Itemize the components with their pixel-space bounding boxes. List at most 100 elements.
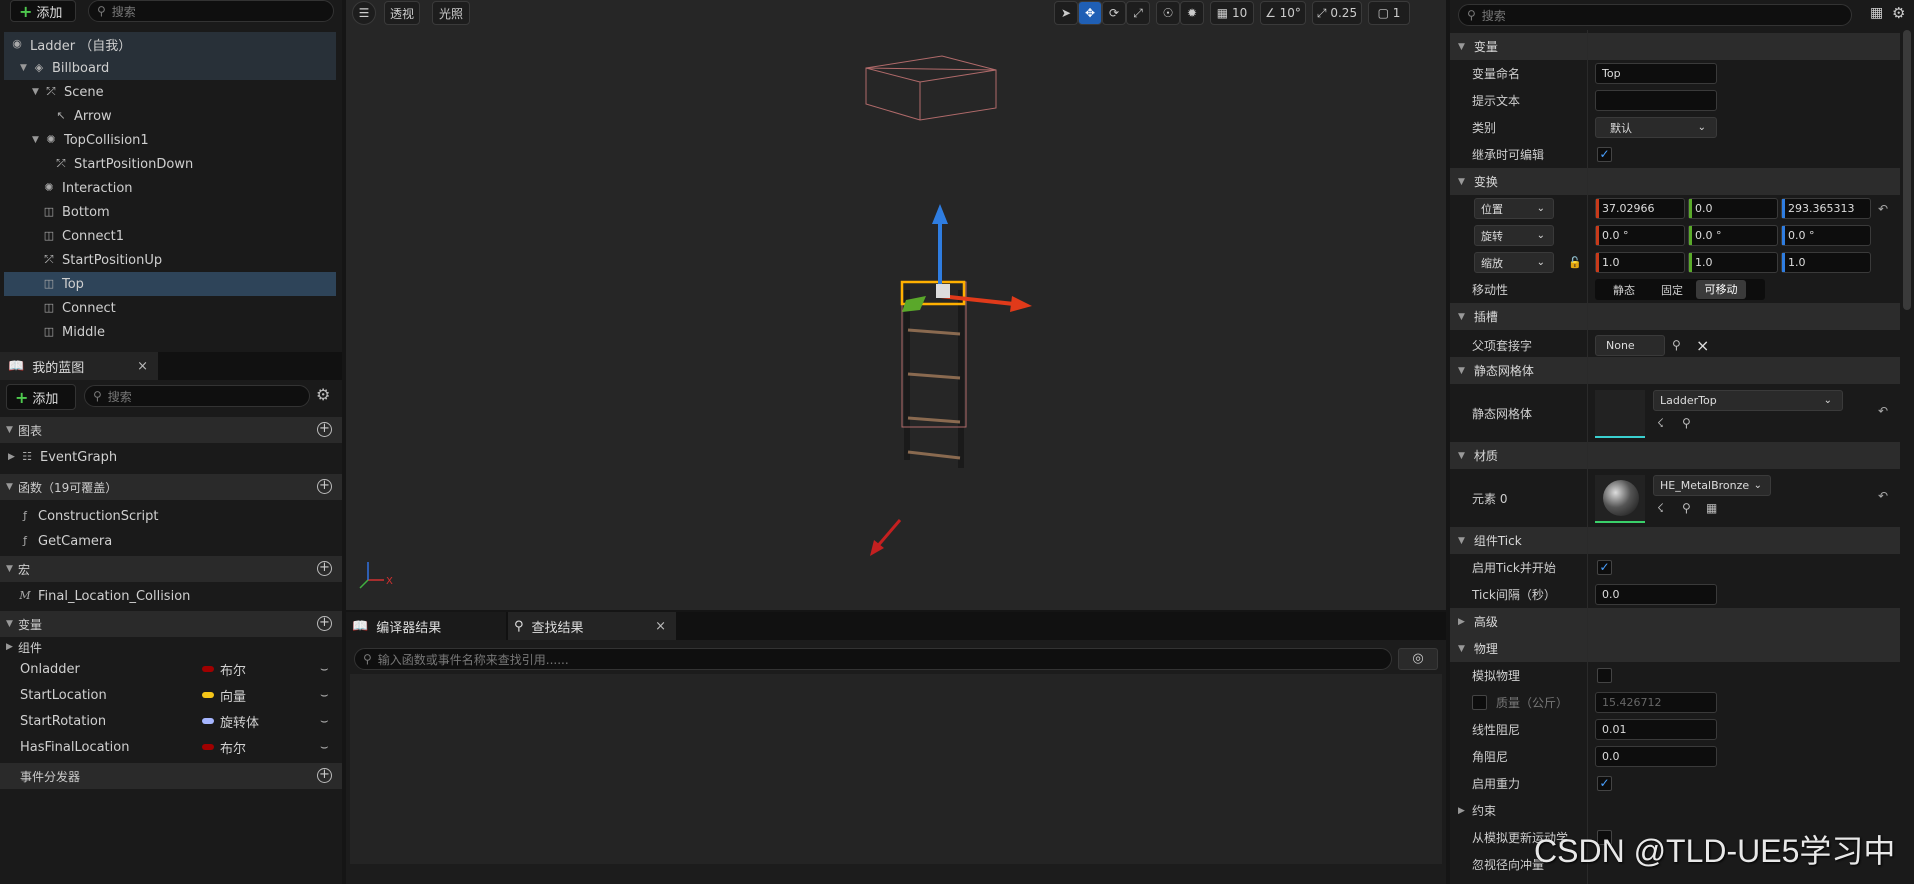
tick-interval-field[interactable]: 0.0 <box>1595 584 1717 605</box>
gravity-checkbox[interactable]: ✓ <box>1597 776 1612 791</box>
variable-name-field[interactable]: Top <box>1595 63 1717 84</box>
tree-item-middle[interactable]: ◫ Middle <box>4 320 336 344</box>
details-search-input[interactable]: ⚲ 搜索 <box>1458 4 1852 26</box>
section-variable[interactable]: ▼ 变量 <box>1450 33 1900 60</box>
add-dispatcher-icon[interactable]: + <box>317 768 332 783</box>
tree-item-connect[interactable]: ◫ Connect <box>4 296 336 320</box>
scale-z-field[interactable]: 1.0 <box>1781 252 1871 273</box>
rotation-x-field[interactable]: 0.0 ° <box>1595 225 1685 246</box>
gear-icon[interactable]: ⚙ <box>1892 4 1905 22</box>
function-item-getcamera[interactable]: ƒ GetCamera <box>18 529 112 553</box>
location-y-field[interactable]: 0.0 <box>1688 198 1778 219</box>
tree-item-billboard[interactable]: ▼ ◈ Billboard <box>4 56 336 80</box>
tree-item-topcollision1[interactable]: ▼ ✺ TopCollision1 <box>4 128 336 152</box>
section-variables[interactable]: ▼ 变量 + <box>0 611 342 637</box>
macro-item[interactable]: M Final_Location_Collision <box>18 584 190 608</box>
tick-start-checkbox[interactable]: ✓ <box>1597 560 1612 575</box>
linear-damping-field[interactable]: 0.01 <box>1595 719 1717 740</box>
section-static-mesh[interactable]: ▼ 静态网格体 <box>1450 357 1900 384</box>
table-view-icon[interactable]: ▦ <box>1870 5 1883 21</box>
material-thumbnail[interactable] <box>1595 475 1645 523</box>
rotation-z-field[interactable]: 0.0 ° <box>1781 225 1871 246</box>
use-selected-icon[interactable]: ☇ <box>1657 501 1664 515</box>
mass-override-checkbox[interactable] <box>1472 695 1487 710</box>
add-macro-icon[interactable]: + <box>317 561 332 576</box>
tab-compiler-results[interactable]: 📖 编译器结果 <box>346 612 506 640</box>
variable-row[interactable]: StartLocation 向量 ⌣ <box>0 682 342 708</box>
tree-item-ladder-self[interactable]: ◉ Ladder （自我） <box>4 32 336 56</box>
row-constraints[interactable]: ▶ 约束 <box>1450 797 1900 824</box>
browse-asset-icon[interactable]: ⚲ <box>1682 501 1691 515</box>
section-event-dispatchers[interactable]: 事件分发器 + <box>0 763 342 789</box>
transform-gizmo[interactable] <box>932 204 1032 312</box>
angular-damping-field[interactable]: 0.0 <box>1595 746 1717 767</box>
section-advanced[interactable]: ▶ 高级 <box>1450 608 1900 635</box>
variable-group-components[interactable]: ▶ 组件 <box>6 636 42 658</box>
close-icon[interactable]: × <box>137 359 148 374</box>
bp-add-button[interactable]: + 添加 <box>6 384 76 410</box>
lock-icon[interactable]: 🔓 <box>1568 256 1582 269</box>
variable-row[interactable]: StartRotation 旋转体 ⌣ <box>0 708 342 734</box>
eye-icon[interactable]: ⌣ <box>320 688 329 703</box>
scale-x-field[interactable]: 1.0 <box>1595 252 1685 273</box>
eye-icon[interactable]: ⌣ <box>320 740 329 755</box>
tab-my-blueprint[interactable]: 📖 我的蓝图 × <box>0 352 158 380</box>
graph-item-eventgraph[interactable]: ▶ ☷ EventGraph <box>8 445 117 469</box>
add-graph-icon[interactable]: + <box>317 422 332 437</box>
scale-y-field[interactable]: 1.0 <box>1688 252 1778 273</box>
static-mesh-dropdown[interactable]: LadderTop ⌄ <box>1653 390 1843 411</box>
eye-icon[interactable]: ⌣ <box>320 714 329 729</box>
expand-arrow-icon[interactable]: ▼ <box>20 63 30 73</box>
tree-item-interaction[interactable]: ✺ Interaction <box>4 176 336 200</box>
tree-item-bottom[interactable]: ◫ Bottom <box>4 200 336 224</box>
editable-checkbox[interactable]: ✓ <box>1597 147 1612 162</box>
reset-icon[interactable]: ↶ <box>1878 202 1888 216</box>
expand-arrow-icon[interactable]: ▼ <box>32 135 42 145</box>
parent-socket-field[interactable]: None <box>1595 334 1665 356</box>
tree-item-arrow[interactable]: ↖ Arrow <box>4 104 336 128</box>
rotation-y-field[interactable]: 0.0 ° <box>1688 225 1778 246</box>
find-references-input[interactable]: ⚲ 输入函数或事件名称来查找引用...... <box>354 648 1392 670</box>
browse-asset-icon[interactable]: ⚲ <box>1682 416 1691 430</box>
gear-icon[interactable]: ⚙ <box>316 385 330 404</box>
close-icon[interactable]: × <box>655 619 666 634</box>
section-macros[interactable]: ▼ 宏 + <box>0 556 342 582</box>
component-search-input[interactable]: ⚲ 搜索 <box>88 0 334 22</box>
reset-icon[interactable]: ↶ <box>1878 489 1888 503</box>
tree-item-top[interactable]: ◫ Top <box>4 272 336 296</box>
variable-row[interactable]: HasFinalLocation 布尔 ⌣ <box>0 734 342 760</box>
tooltip-field[interactable] <box>1595 90 1717 111</box>
mesh-thumbnail[interactable] <box>1595 390 1645 438</box>
mass-field[interactable]: 15.426712 <box>1595 692 1717 713</box>
section-component-tick[interactable]: ▼ 组件Tick <box>1450 527 1900 554</box>
tree-item-scene[interactable]: ▼ ⤱ Scene <box>4 80 336 104</box>
section-transform[interactable]: ▼ 变换 <box>1450 168 1900 195</box>
scale-dropdown[interactable]: 缩放 ⌄ <box>1474 252 1554 273</box>
rotation-dropdown[interactable]: 旋转 ⌄ <box>1474 225 1554 246</box>
use-selected-icon[interactable]: ☇ <box>1657 416 1664 430</box>
add-variable-icon[interactable]: + <box>317 616 332 631</box>
browse-socket-icon[interactable]: ⚲ <box>1672 338 1681 352</box>
mobility-stationary-option[interactable]: 固定 <box>1650 282 1694 298</box>
section-graphs[interactable]: ▼ 图表 + <box>0 417 342 443</box>
reset-icon[interactable]: ↶ <box>1878 404 1888 418</box>
expand-arrow-icon[interactable]: ▼ <box>32 87 42 97</box>
viewport[interactable]: ☰ 透视 光照 ➤ ✥ ⟳ ⤢ ☉ ✹ ▦ 10 ∠ 10° ⤢ 0.25 ▢ … <box>346 0 1446 610</box>
variable-row[interactable]: Onladder 布尔 ⌣ <box>0 656 342 682</box>
tab-find-results[interactable]: ⚲ 查找结果 × <box>508 612 676 640</box>
bp-search-input[interactable]: ⚲ 搜索 <box>84 385 310 407</box>
binoculars-icon[interactable]: ◎ <box>1398 648 1438 670</box>
eye-icon[interactable]: ⌣ <box>320 662 329 677</box>
section-sockets[interactable]: ▼ 插槽 <box>1450 303 1900 330</box>
section-physics[interactable]: ▼ 物理 <box>1450 635 1900 662</box>
tree-item-startpositionup[interactable]: ⤱ StartPositionUp <box>4 248 336 272</box>
clear-icon[interactable]: × <box>1696 336 1709 355</box>
function-item-constructionscript[interactable]: ƒ ConstructionScript <box>18 504 158 528</box>
section-materials[interactable]: ▼ 材质 <box>1450 442 1900 469</box>
scene-canvas[interactable]: X <box>346 0 1446 610</box>
location-z-field[interactable]: 293.365313 <box>1781 198 1871 219</box>
add-component-button[interactable]: + 添加 <box>10 0 76 22</box>
section-functions[interactable]: ▼ 函数（19可覆盖） + <box>0 474 342 500</box>
location-x-field[interactable]: 37.02966 <box>1595 198 1685 219</box>
add-function-icon[interactable]: + <box>317 479 332 494</box>
